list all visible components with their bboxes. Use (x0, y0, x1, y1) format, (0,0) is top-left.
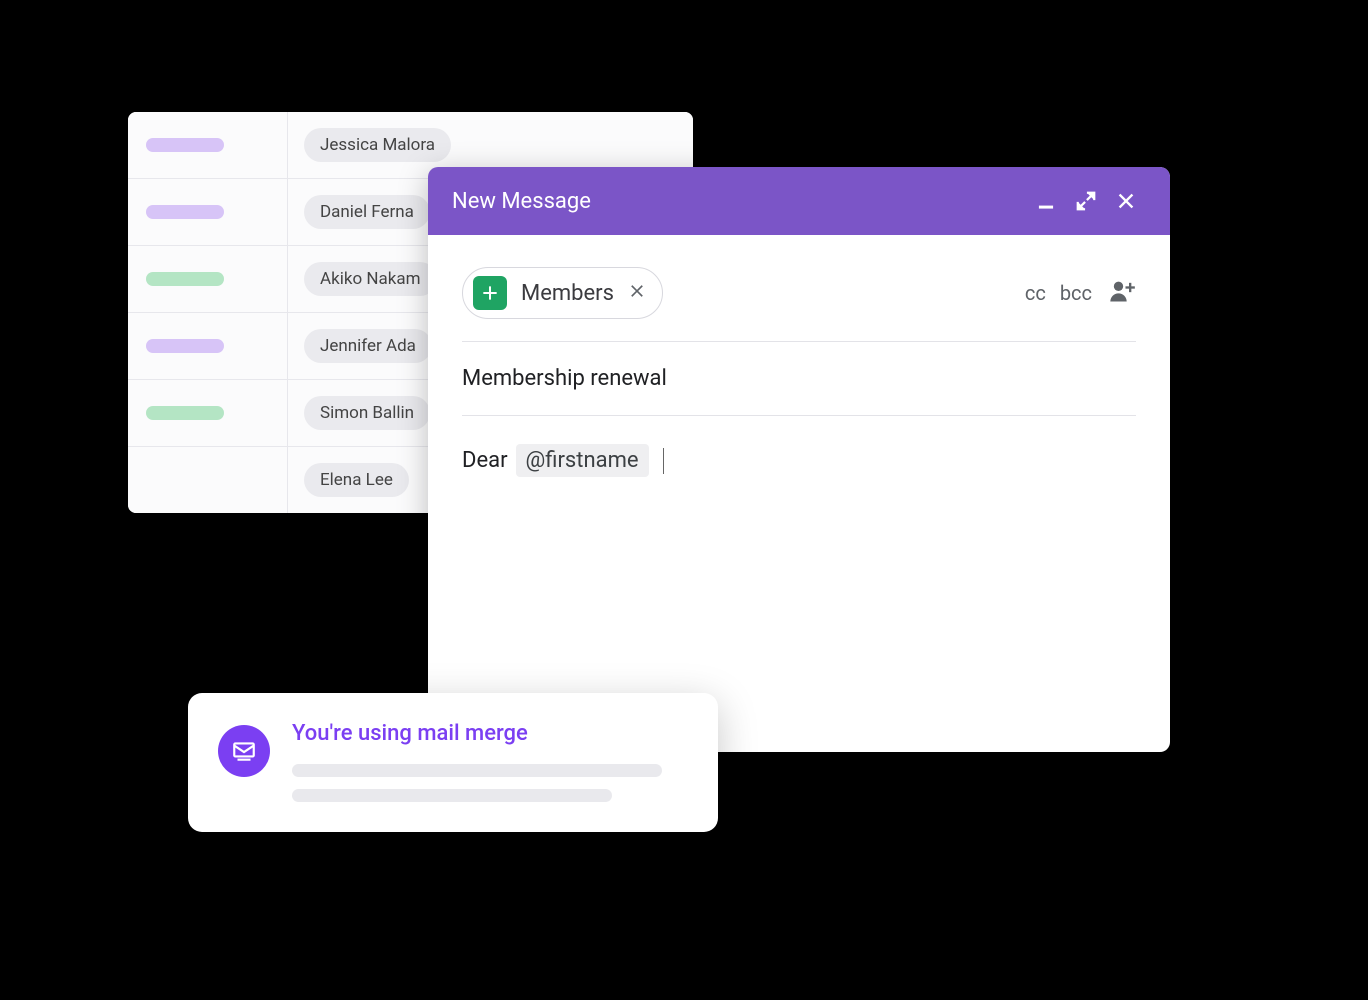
recipients-row[interactable]: Members cc bcc (462, 245, 1136, 342)
status-pill (146, 406, 224, 420)
skeleton-line (292, 789, 612, 802)
compose-header: New Message (428, 167, 1170, 235)
status-cell (128, 112, 288, 178)
bcc-button[interactable]: bcc (1060, 281, 1092, 305)
mail-merge-icon (218, 725, 270, 777)
status-pill (146, 339, 224, 353)
remove-recipient-icon[interactable] (628, 282, 646, 304)
mail-merge-toast: You're using mail merge (188, 693, 718, 832)
compose-window: New Message Members (428, 167, 1170, 752)
skeleton-line (292, 764, 662, 777)
status-cell (128, 313, 288, 379)
status-pill (146, 272, 224, 286)
status-cell (128, 246, 288, 312)
merge-tag[interactable]: @firstname (516, 444, 649, 477)
cc-button[interactable]: cc (1025, 281, 1046, 305)
contact-chip[interactable]: Jennifer Ada (304, 329, 432, 363)
body-greeting: Dear (462, 448, 508, 473)
recipient-chip[interactable]: Members (462, 267, 663, 319)
subject-input[interactable]: Membership renewal (462, 342, 1136, 416)
contact-chip[interactable]: Jessica Malora (304, 128, 451, 162)
status-pill (146, 205, 224, 219)
sheets-icon (473, 276, 507, 310)
recipient-label: Members (521, 281, 614, 306)
status-pill (146, 138, 224, 152)
minimize-button[interactable] (1026, 191, 1066, 211)
close-button[interactable] (1106, 190, 1146, 212)
contact-chip[interactable]: Simon Ballin (304, 396, 430, 430)
toast-title: You're using mail merge (292, 721, 688, 746)
contact-chip[interactable]: Elena Lee (304, 463, 409, 497)
status-cell (128, 380, 288, 446)
expand-button[interactable] (1066, 190, 1106, 212)
status-cell (128, 447, 288, 513)
add-person-icon[interactable] (1108, 277, 1136, 309)
status-cell (128, 179, 288, 245)
compose-title: New Message (452, 189, 1026, 214)
message-body[interactable]: Dear @firstname (462, 416, 1136, 505)
contact-chip[interactable]: Daniel Ferna (304, 195, 430, 229)
contact-chip[interactable]: Akiko Nakam (304, 262, 437, 296)
text-caret (663, 448, 665, 474)
